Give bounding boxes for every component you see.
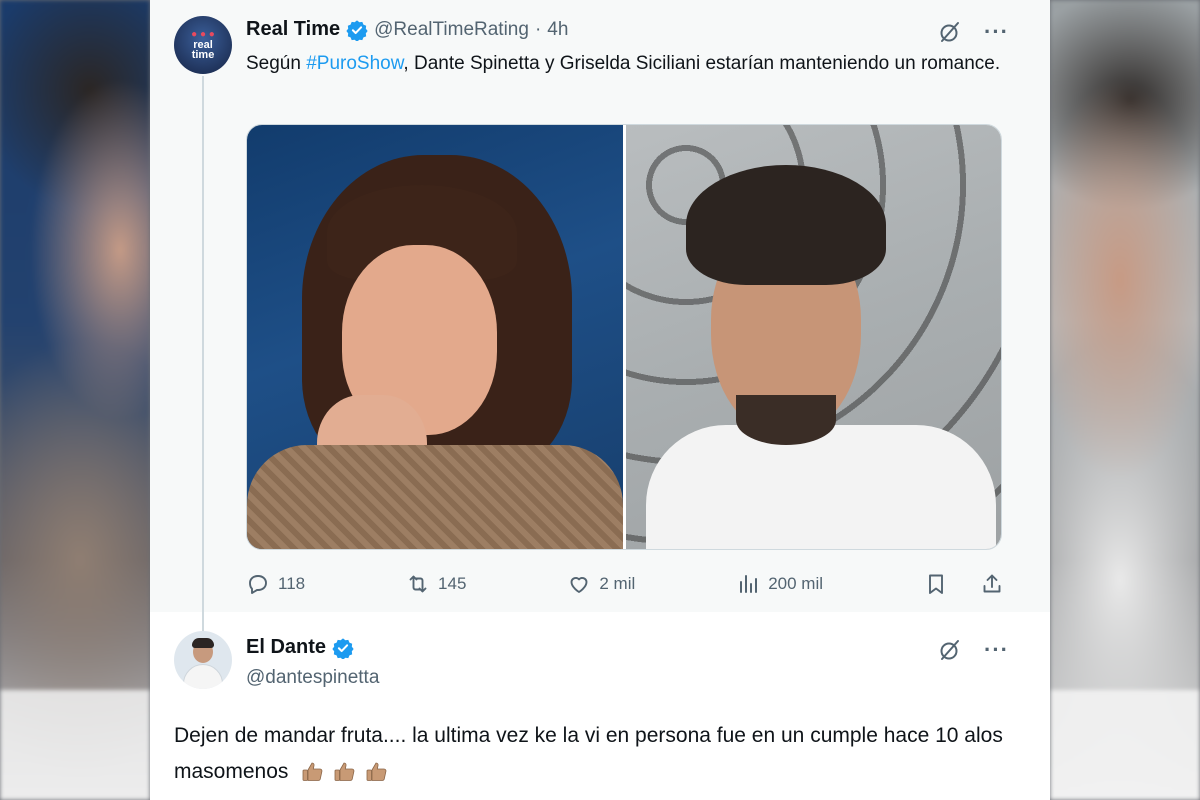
avatar-dante[interactable] bbox=[174, 631, 232, 689]
like-button[interactable]: 2 mil bbox=[567, 572, 635, 596]
tweet1-header: Real Time @RealTimeRating · 4h bbox=[246, 18, 568, 41]
author-handle[interactable]: @dantespinetta bbox=[246, 667, 379, 689]
share-icon[interactable] bbox=[980, 572, 1004, 596]
reply-count: 118 bbox=[278, 574, 306, 593]
realtime-logo: ● ● ● real time bbox=[191, 29, 215, 61]
verified-badge-icon bbox=[346, 19, 368, 41]
grok-icon[interactable] bbox=[938, 638, 962, 662]
photo-griselda[interactable] bbox=[247, 125, 623, 549]
blurred-background-right bbox=[1050, 0, 1200, 800]
reply-button[interactable]: 118 bbox=[246, 572, 305, 596]
tweet-time[interactable]: 4h bbox=[547, 19, 568, 41]
like-count: 2 mil bbox=[599, 574, 636, 593]
tweet1-media[interactable] bbox=[246, 124, 1002, 550]
tweet1-action-bar: 118 145 2 mil 200 mil bbox=[246, 568, 1004, 600]
tweet1-secondary-actions bbox=[924, 572, 1004, 596]
tweet1-text: Según #PuroShow, Dante Spinetta y Grisel… bbox=[246, 53, 1001, 74]
tweet2-text: Dejen de mandar fruta.... la ultima vez … bbox=[174, 718, 1014, 790]
tweet2-header: El Dante bbox=[246, 636, 354, 659]
more-icon[interactable]: ··· bbox=[984, 639, 1009, 661]
tweet1-top-actions: ··· bbox=[938, 20, 1009, 44]
like-icon bbox=[570, 577, 588, 593]
thumbs-up-emojis bbox=[300, 759, 390, 785]
verified-badge-icon bbox=[332, 637, 354, 659]
author-name[interactable]: El Dante bbox=[246, 636, 326, 659]
photo-dante[interactable] bbox=[625, 125, 1001, 549]
tweet-thread: ● ● ● real time Real Time @RealTimeRatin… bbox=[150, 0, 1050, 800]
quoted-tweet-realtime[interactable]: ● ● ● real time Real Time @RealTimeRatin… bbox=[150, 0, 1050, 636]
thumbs-up-emoji bbox=[366, 763, 387, 782]
retweet-count: 145 bbox=[438, 574, 467, 593]
hashtag-link[interactable]: #PuroShow bbox=[306, 53, 403, 74]
retweet-icon bbox=[409, 575, 427, 593]
tweet2-top-actions: ··· bbox=[938, 638, 1009, 662]
author-name[interactable]: Real Time bbox=[246, 18, 340, 41]
avatar-realtime[interactable]: ● ● ● real time bbox=[174, 16, 232, 74]
blurred-background-left bbox=[0, 0, 150, 800]
grok-icon[interactable] bbox=[938, 20, 962, 44]
view-count: 200 mil bbox=[768, 574, 824, 593]
thumbs-up-emoji bbox=[334, 763, 355, 782]
author-handle[interactable]: @RealTimeRating bbox=[374, 19, 529, 41]
tweet2-handle-row: @dantespinetta bbox=[246, 667, 379, 689]
reply-icon bbox=[249, 575, 267, 594]
thread-connector-line bbox=[202, 76, 204, 636]
views-button[interactable]: 200 mil bbox=[736, 572, 823, 596]
more-icon[interactable]: ··· bbox=[984, 21, 1009, 43]
views-icon bbox=[740, 575, 758, 593]
retweet-button[interactable]: 145 bbox=[406, 572, 466, 596]
bookmark-icon[interactable] bbox=[924, 572, 948, 596]
separator-dot: · bbox=[534, 18, 542, 40]
thumbs-up-emoji bbox=[302, 763, 323, 782]
